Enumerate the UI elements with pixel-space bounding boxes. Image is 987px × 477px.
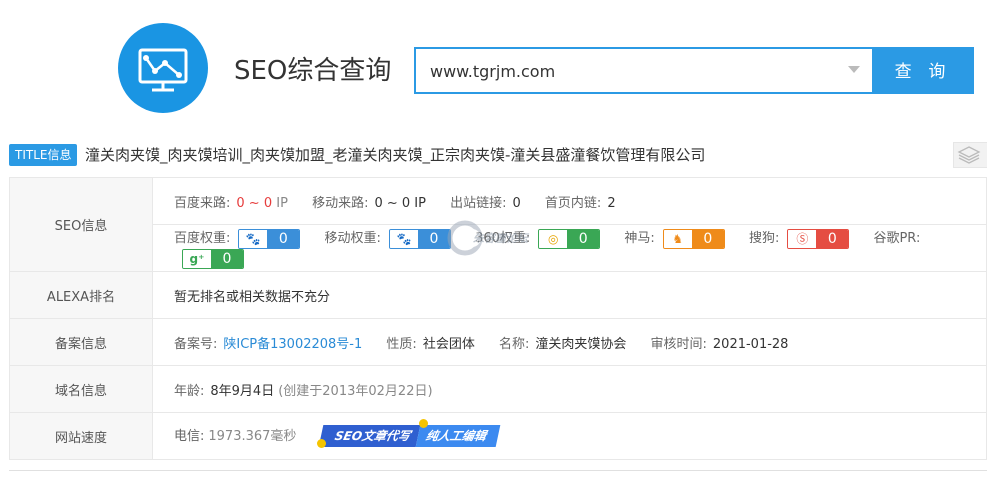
sogou-icon: Ⓢ: [788, 229, 817, 248]
weight-label-sogou: 搜狗:: [748, 231, 780, 247]
domain-row: 年龄: 8年9月4日 (创建于2013年02月22日): [152, 365, 987, 413]
baidu-source-label: 百度来路:: [174, 195, 231, 211]
icp-label: 备案信息: [9, 318, 153, 366]
search-input[interactable]: [428, 49, 842, 94]
horse-icon: ♞: [663, 229, 692, 248]
icp-review-label: 审核时间:: [650, 336, 707, 352]
shenma-weight-value: 0: [691, 229, 724, 248]
sogou-weight-badge[interactable]: Ⓢ 0: [787, 228, 850, 249]
ad-left-text: SEO文章代写: [318, 425, 420, 448]
monitor-chart-icon: [138, 48, 188, 92]
weight-label-baidu: 百度权重:: [174, 231, 231, 247]
weight-label-shenma: 神马:: [624, 231, 655, 247]
inlinks-value[interactable]: 2: [607, 196, 615, 211]
ad-dot-icon: [418, 419, 428, 429]
watermark-text: 朱容崖论坛: [473, 232, 528, 245]
google-plus-icon: g⁺: [183, 249, 211, 268]
seo-label: SEO信息: [9, 177, 153, 272]
mobile-weight-badge[interactable]: 🐾 0: [388, 228, 451, 249]
telecom-label: 电信:: [174, 428, 205, 444]
domain-created: (创建于2013年02月22日): [278, 383, 433, 399]
telecom-value: 1973.367毫秒: [208, 428, 297, 444]
search-box: [414, 47, 872, 94]
ad-banner[interactable]: SEO文章代写 纯人工编辑: [316, 419, 500, 449]
ad-right-text: 纯人工编辑: [415, 425, 500, 448]
page-title-text: 潼关肉夹馍_肉夹馍培训_肉夹馍加盟_老潼关肉夹馍_正宗肉夹馍-潼关县盛潼餐饮管理…: [85, 146, 706, 164]
mobile-source-value: 0 ~ 0 IP: [374, 195, 426, 211]
icp-nature-value: 社会团体: [422, 336, 475, 352]
ad-dot-icon: [316, 439, 326, 449]
speed-row: 电信: 1973.367毫秒 SEO文章代写 纯人工编辑: [152, 412, 987, 460]
paw-icon: 🐾: [389, 229, 418, 248]
search-button[interactable]: 查 询: [872, 47, 974, 94]
seo-weights-row: 百度权重: 🐾 0 移动权重: 🐾 0 360权重: ◎ 0 神马: ♞ 0 搜狗: Ⓢ 0 谷歌P…: [152, 224, 987, 272]
outlinks-value[interactable]: 0: [513, 196, 521, 211]
mobile-source-label: 移动来路:: [312, 195, 369, 211]
icp-review-value: 2021-01-28: [712, 336, 789, 352]
site-logo: [118, 23, 208, 113]
icp-number-label: 备案号:: [174, 336, 218, 352]
domain-age-value: 8年9月4日: [210, 383, 275, 399]
icp-name-label: 名称:: [498, 336, 530, 352]
app-title: SEO综合查询: [234, 56, 392, 86]
weight-label-mobile: 移动权重:: [324, 231, 381, 247]
shenma-weight-badge[interactable]: ♞ 0: [662, 228, 725, 249]
icp-name-value: 潼关肉夹馍协会: [535, 336, 627, 352]
title-badge: TITLE信息: [9, 144, 78, 166]
outlinks-label: 出站链接:: [450, 195, 507, 211]
domain-age-label: 年龄:: [174, 383, 205, 399]
weight-label-google: 谷歌PR:: [873, 231, 921, 247]
icp-number-link[interactable]: 陕ICP备13002208号-1: [223, 337, 362, 352]
speed-label: 网站速度: [9, 412, 153, 460]
icp-nature-label: 性质:: [386, 336, 417, 352]
paw-icon: 🐾: [239, 229, 268, 248]
watermark: 朱容崖论坛: [445, 218, 545, 258]
google-pr-badge[interactable]: g⁺ 0: [182, 248, 244, 269]
bottom-divider: [9, 470, 987, 471]
baidu-source-unit: IP: [276, 195, 288, 211]
360-weight-value: 0: [567, 229, 600, 248]
domain-label: 域名信息: [9, 365, 153, 413]
alexa-label: ALEXA排名: [9, 271, 153, 319]
title-info-row: TITLE信息 潼关肉夹馍_肉夹馍培训_肉夹馍加盟_老潼关肉夹馍_正宗肉夹馍-潼…: [9, 142, 987, 168]
seo-traffic-row: 百度来路: 0 ~ 0 IP 移动来路: 0 ~ 0 IP 出站链接: 0 首页内链:…: [152, 177, 987, 225]
360-weight-badge[interactable]: ◎ 0: [538, 228, 601, 249]
dropdown-arrow-icon[interactable]: [848, 66, 860, 73]
inlinks-label: 首页内链:: [544, 195, 602, 211]
baidu-source-value: 0 ~ 0: [236, 195, 273, 211]
baidu-weight-badge[interactable]: 🐾 0: [238, 228, 301, 249]
google-pr-value: 0: [211, 249, 243, 268]
sogou-weight-value: 0: [816, 229, 849, 248]
layers-icon[interactable]: [953, 142, 987, 168]
baidu-weight-value: 0: [267, 229, 300, 248]
alexa-value: 暂无排名或相关数据不充分: [152, 271, 987, 319]
icp-row: 备案号: 陕ICP备13002208号-1 性质: 社会团体 名称: 潼关肉夹馍协会 …: [152, 318, 987, 366]
